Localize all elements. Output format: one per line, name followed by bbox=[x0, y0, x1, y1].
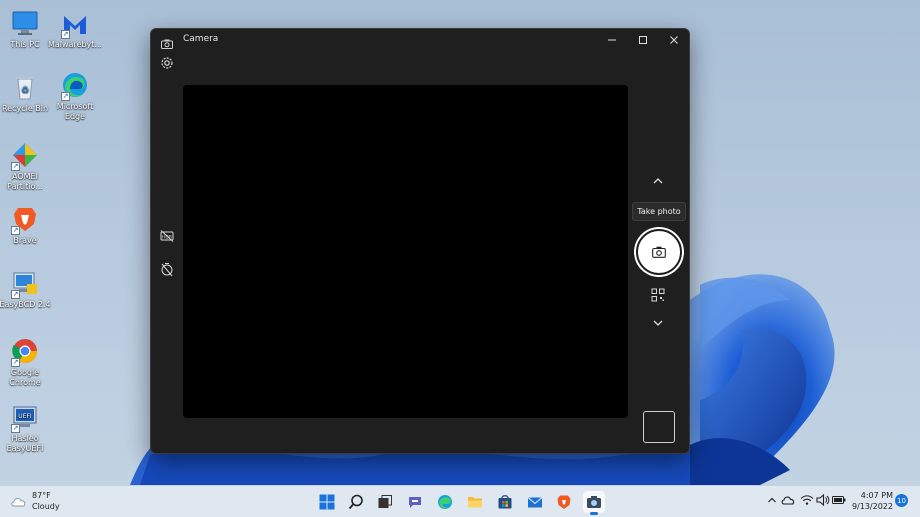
maximize-icon bbox=[639, 36, 647, 44]
hdr-toggle[interactable]: HDR bbox=[159, 228, 175, 244]
maximize-button[interactable] bbox=[628, 29, 658, 51]
battery-button[interactable] bbox=[832, 493, 846, 507]
mode-up-button[interactable] bbox=[647, 173, 669, 189]
cloud-icon bbox=[11, 498, 26, 507]
close-icon bbox=[670, 36, 678, 44]
easybcd-icon: ↗ bbox=[10, 268, 40, 299]
task-view-icon bbox=[378, 495, 392, 508]
mode-down-button[interactable] bbox=[647, 315, 669, 331]
store-button[interactable] bbox=[494, 491, 516, 513]
chat-icon bbox=[409, 497, 421, 508]
camera-shutter-icon bbox=[652, 246, 666, 258]
settings-button[interactable] bbox=[159, 55, 175, 71]
desktop-icon-label: EasyBCD 2.4 bbox=[0, 300, 51, 309]
minimize-button[interactable] bbox=[597, 29, 627, 51]
task-view-button[interactable] bbox=[374, 491, 396, 513]
shortcut-arrow-icon: ↗ bbox=[11, 226, 20, 235]
clock[interactable]: 4:07 PM 9/13/2022 bbox=[845, 490, 893, 512]
desktop-icon-brave[interactable]: ↗ Brave bbox=[0, 204, 54, 246]
weather-widget[interactable]: 87°F Cloudy bbox=[10, 490, 60, 512]
aomei-icon: ↗ bbox=[10, 140, 40, 171]
camera-preview bbox=[183, 85, 628, 418]
edge-icon bbox=[438, 495, 452, 509]
start-icon bbox=[319, 494, 335, 510]
monitor-icon bbox=[10, 8, 40, 38]
taskbar-camera-button[interactable] bbox=[583, 491, 605, 513]
shortcut-arrow-icon: ↗ bbox=[11, 424, 20, 433]
close-button[interactable] bbox=[659, 29, 689, 51]
weather-temp: 87°F bbox=[32, 491, 51, 500]
svg-text:HDR: HDR bbox=[162, 235, 172, 241]
svg-text:UEFI: UEFI bbox=[18, 413, 32, 420]
take-photo-button[interactable] bbox=[636, 229, 682, 275]
desktop-icon-chrome[interactable]: ↗ Google Chrome bbox=[0, 336, 54, 388]
qr-scan-button[interactable] bbox=[651, 287, 665, 302]
mail-icon bbox=[527, 497, 543, 508]
desktop-icon-easyuefi[interactable]: UEFI ↗ Hasleo EasyUEFI bbox=[0, 402, 54, 454]
wifi-icon bbox=[800, 495, 814, 505]
malwarebytes-icon: ↗ bbox=[60, 8, 90, 39]
desktop-icon-label: Hasleo EasyUEFI bbox=[6, 434, 44, 453]
battery-icon bbox=[832, 496, 846, 504]
desktop-icon-label: Google Chrome bbox=[9, 368, 41, 387]
mail-button[interactable] bbox=[524, 491, 546, 513]
recycle-bin-icon: ♻ bbox=[10, 72, 40, 102]
brave-icon bbox=[557, 495, 571, 509]
hdr-off-icon: HDR bbox=[160, 230, 174, 242]
chevron-up-icon bbox=[653, 178, 663, 184]
qr-code-icon bbox=[651, 288, 665, 302]
minimize-icon bbox=[608, 39, 616, 41]
settings-icon bbox=[161, 57, 173, 69]
desktop-icon-aomei[interactable]: ↗ AOMEI Partitio... bbox=[0, 140, 54, 192]
camera-app-icon bbox=[161, 34, 173, 49]
cloud-icon bbox=[781, 496, 795, 505]
shortcut-arrow-icon: ↗ bbox=[11, 290, 20, 299]
brave-icon: ↗ bbox=[10, 204, 40, 235]
shortcut-arrow-icon: ↗ bbox=[61, 30, 70, 39]
gallery-thumbnail[interactable] bbox=[643, 411, 675, 443]
title-bar[interactable]: Camera bbox=[151, 29, 689, 51]
notification-badge[interactable]: 10 bbox=[895, 494, 908, 507]
wifi-button[interactable] bbox=[800, 493, 814, 507]
active-app-indicator bbox=[590, 512, 598, 515]
volume-button[interactable] bbox=[816, 493, 830, 507]
timer-off-icon bbox=[161, 263, 173, 277]
search-icon bbox=[348, 494, 363, 510]
clock-time: 4:07 PM bbox=[860, 491, 893, 500]
chevron-down-icon bbox=[653, 320, 663, 326]
show-hidden-icons-button[interactable] bbox=[765, 493, 779, 507]
camera-icon bbox=[587, 496, 601, 508]
window-title: Camera bbox=[183, 34, 219, 44]
shortcut-arrow-icon: ↗ bbox=[11, 358, 20, 367]
camera-window: Camera HDR Take photo bbox=[150, 28, 690, 454]
file-explorer-icon bbox=[468, 497, 482, 508]
chat-button[interactable] bbox=[404, 491, 426, 513]
desktop-icon-label: Microsoft Edge bbox=[56, 102, 94, 121]
edge-icon: ↗ bbox=[60, 70, 90, 101]
chrome-icon: ↗ bbox=[10, 336, 40, 367]
desktop-icon-easybcd[interactable]: ↗ EasyBCD 2.4 bbox=[0, 268, 54, 310]
store-icon bbox=[498, 495, 512, 509]
weather-condition: Cloudy bbox=[32, 502, 60, 511]
desktop-icon-malwarebytes[interactable]: ↗ Malwarebyt... bbox=[46, 8, 104, 50]
svg-text:♻: ♻ bbox=[21, 86, 29, 96]
desktop-icon-label: Brave bbox=[13, 236, 37, 245]
shortcut-arrow-icon: ↗ bbox=[61, 92, 70, 101]
file-explorer-button[interactable] bbox=[464, 491, 486, 513]
desktop-icon-label: AOMEI Partitio... bbox=[7, 172, 43, 191]
onedrive-button[interactable] bbox=[781, 493, 795, 507]
easyuefi-icon: UEFI ↗ bbox=[10, 402, 40, 433]
clock-date: 9/13/2022 bbox=[851, 502, 893, 511]
timer-toggle[interactable] bbox=[159, 261, 175, 277]
search-button[interactable] bbox=[345, 491, 367, 513]
desktop-icon-edge[interactable]: ↗ Microsoft Edge bbox=[46, 70, 104, 122]
chevron-up-icon bbox=[768, 497, 776, 503]
desktop-icon-label: Malwarebyt... bbox=[47, 40, 103, 49]
take-photo-tooltip: Take photo bbox=[632, 202, 686, 221]
taskbar-brave-button[interactable] bbox=[553, 491, 575, 513]
start-button[interactable] bbox=[316, 491, 338, 513]
shortcut-arrow-icon: ↗ bbox=[11, 162, 20, 171]
volume-icon bbox=[816, 494, 830, 506]
taskbar-edge-button[interactable] bbox=[434, 491, 456, 513]
